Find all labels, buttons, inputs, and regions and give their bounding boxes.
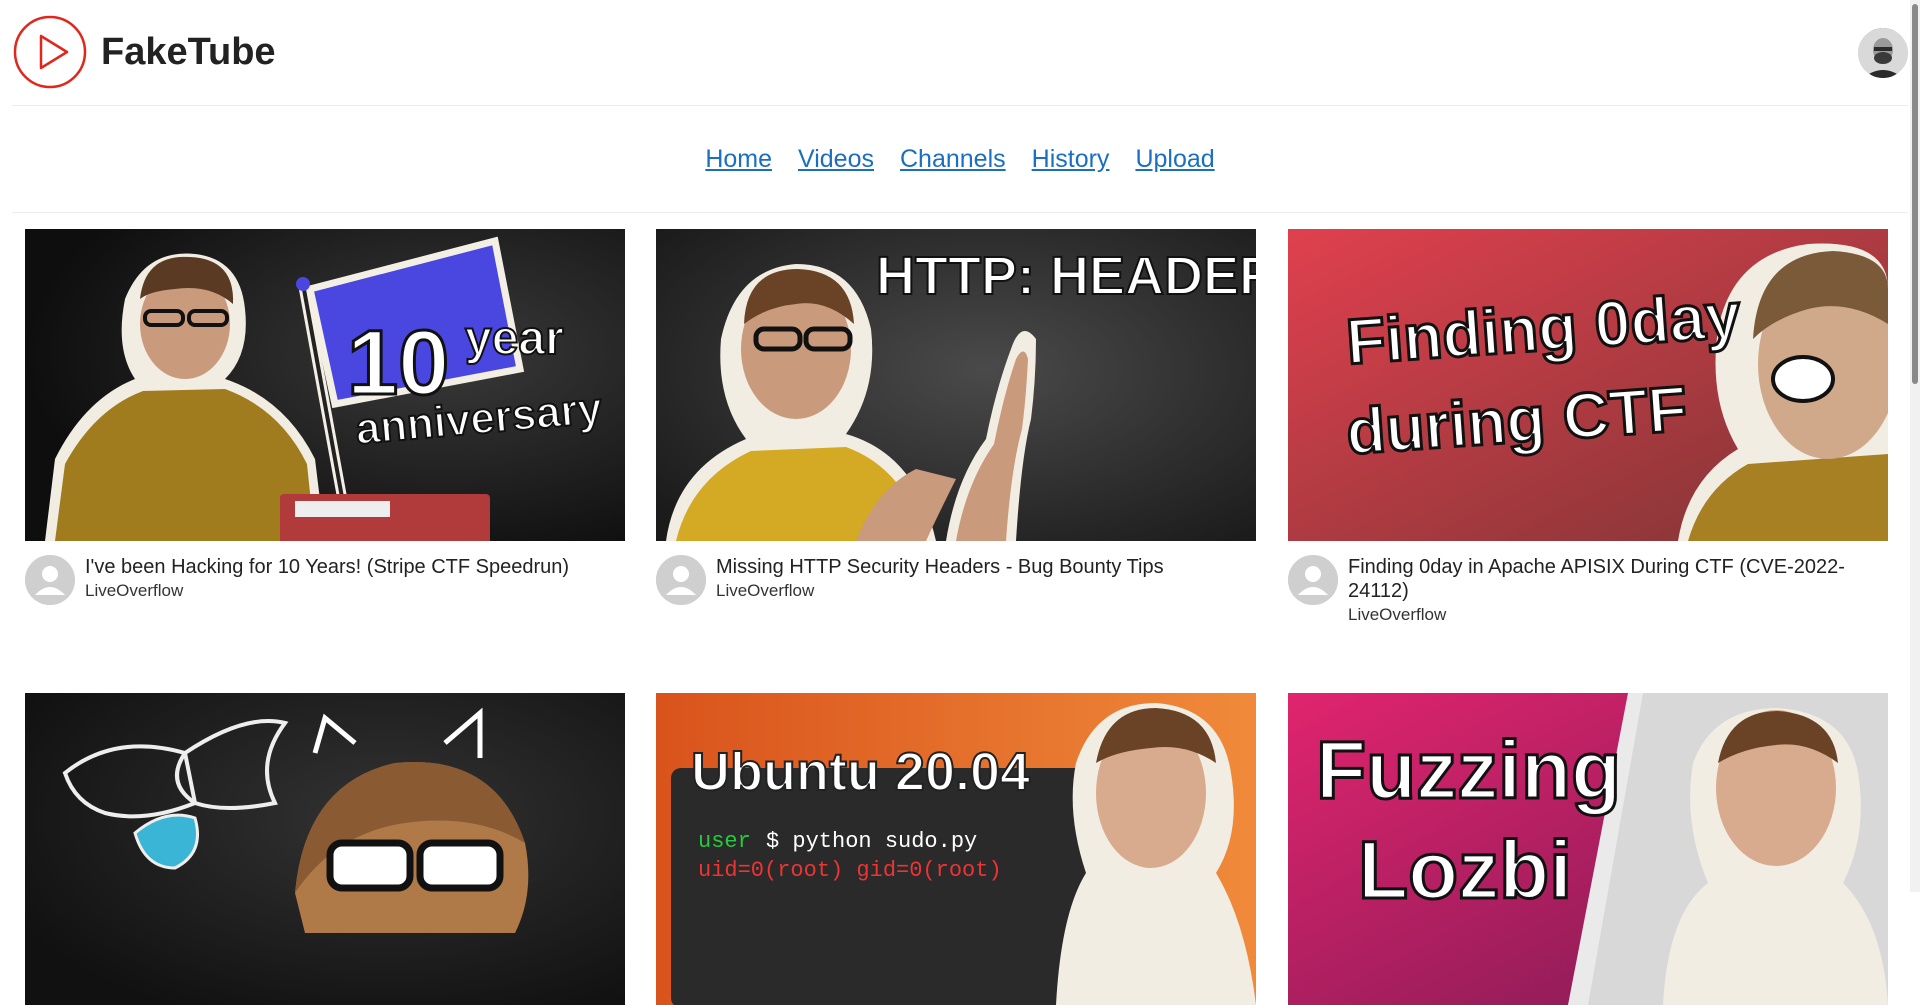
video-card[interactable]: Finding 0day during CTF Finding 0day in … <box>1288 229 1888 624</box>
video-thumbnail[interactable]: Ubuntu 20.04 user $ python sudo.py uid=0… <box>656 693 1256 1005</box>
thumb-text-lozbi: Lozbi <box>1358 825 1572 916</box>
thumb-text-ubuntu: Ubuntu 20.04 <box>691 742 1030 802</box>
channel-name[interactable]: LiveOverflow <box>716 581 814 601</box>
video-title[interactable]: Missing HTTP Security Headers - Bug Boun… <box>716 555 1236 579</box>
faketube-logo-icon[interactable] <box>12 14 88 90</box>
thumb-text-user: user <box>698 829 751 854</box>
user-avatar[interactable] <box>1858 28 1908 78</box>
video-thumbnail[interactable]: Finding 0day during CTF <box>1288 229 1888 541</box>
video-card[interactable]: Fuzzing Lozbi <box>1288 693 1888 1005</box>
video-title[interactable]: I've been Hacking for 10 Years! (Stripe … <box>85 555 605 579</box>
thumb-text-year: year <box>465 312 564 365</box>
video-card[interactable]: HTTP: HEADER Missing HTTP Security Heade… <box>656 229 1256 621</box>
video-thumbnail[interactable]: 10 year anniversary <box>25 229 625 541</box>
app-title[interactable]: FakeTube <box>101 31 276 74</box>
video-thumbnail[interactable]: Fuzzing Lozbi <box>1288 693 1888 1005</box>
video-card[interactable]: Ubuntu 20.04 user $ python sudo.py uid=0… <box>656 693 1256 1005</box>
scrollbar-thumb[interactable] <box>1912 4 1918 384</box>
nav-channels-link[interactable]: Channels <box>900 145 1006 174</box>
channel-avatar-icon[interactable] <box>656 555 706 605</box>
video-thumbnail[interactable] <box>25 693 625 1005</box>
channel-avatar-icon[interactable] <box>25 555 75 605</box>
channel-avatar-icon[interactable] <box>1288 555 1338 605</box>
channel-name[interactable]: LiveOverflow <box>1348 605 1446 625</box>
channel-name[interactable]: LiveOverflow <box>85 581 183 601</box>
thumb-text-fuzzing: Fuzzing <box>1316 725 1621 816</box>
nav-upload-link[interactable]: Upload <box>1135 145 1214 174</box>
thumb-text-http-header: HTTP: HEADER <box>876 246 1256 306</box>
video-title[interactable]: Finding 0day in Apache APISIX During CTF… <box>1348 555 1868 603</box>
page-scrollbar[interactable] <box>1910 0 1920 892</box>
video-card[interactable] <box>25 693 625 1005</box>
thumb-text-command: $ python sudo.py <box>766 829 977 854</box>
thumb-text-uid: uid=0(root) gid=0(root) <box>698 858 1002 883</box>
video-card[interactable]: 10 year anniversary I've been Hacking fo… <box>25 229 625 621</box>
main-nav: Home Videos Channels History Upload <box>12 106 1908 213</box>
video-thumbnail[interactable]: HTTP: HEADER <box>656 229 1256 541</box>
nav-videos-link[interactable]: Videos <box>798 145 874 174</box>
nav-history-link[interactable]: History <box>1032 145 1110 174</box>
nav-home-link[interactable]: Home <box>705 145 772 174</box>
top-header: FakeTube <box>12 0 1908 106</box>
